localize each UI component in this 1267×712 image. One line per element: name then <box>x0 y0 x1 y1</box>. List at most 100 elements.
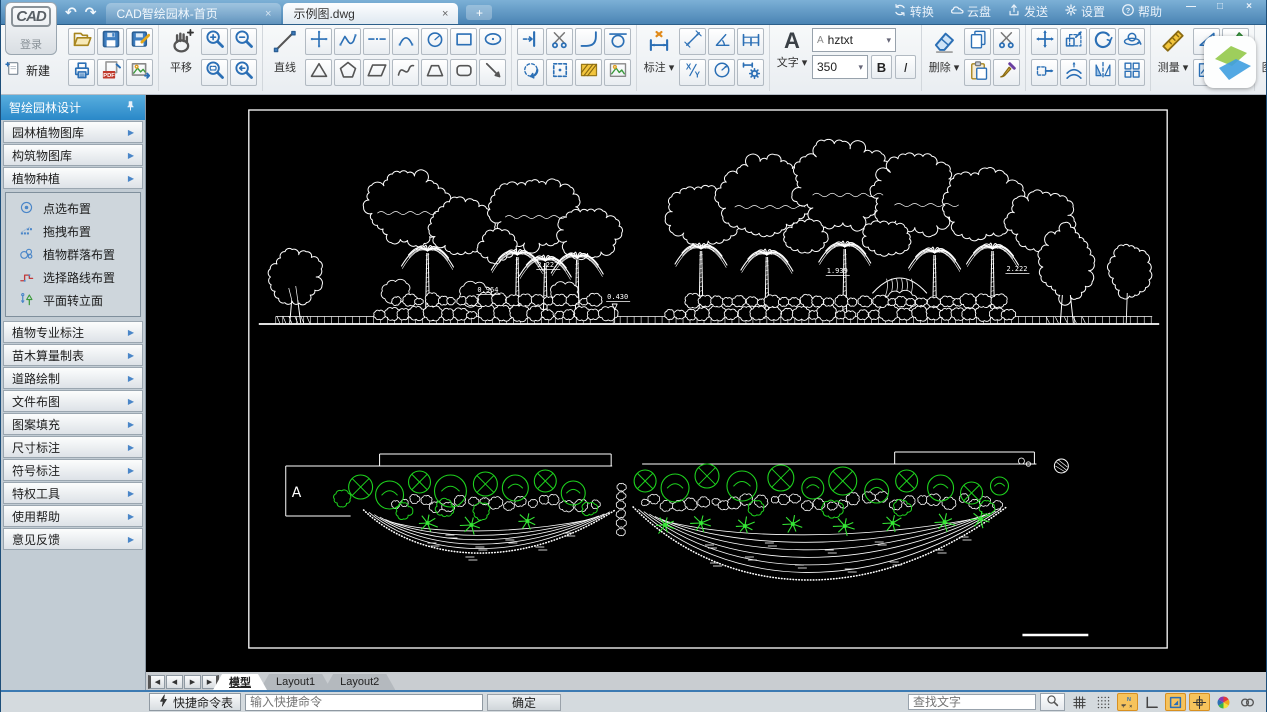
new-tab-button[interactable]: + <box>466 5 493 20</box>
tool-export-pdf-button[interactable]: PDF <box>97 59 124 86</box>
status-ortho-icon[interactable] <box>1141 693 1162 711</box>
confirm-button[interactable]: 确定 <box>487 693 562 711</box>
tool-save-as-button[interactable] <box>126 28 153 55</box>
tool-ellipse-button[interactable] <box>479 28 506 55</box>
back-icon[interactable]: ↶ <box>65 5 77 19</box>
layout-nav-first-button[interactable]: ◀ <box>148 675 165 689</box>
drawing-canvas[interactable]: 0.964 2.227 0.430 1.939 2.222 A <box>146 95 1266 672</box>
tool-cut-button[interactable] <box>993 28 1020 55</box>
tool-rounded-rectangle-button[interactable] <box>450 59 477 86</box>
tool-stretch-button[interactable] <box>1031 59 1058 86</box>
tool-open-button[interactable] <box>68 28 95 55</box>
tool-zoom-out-button[interactable] <box>230 28 257 55</box>
titlebar-action-help[interactable]: ? 帮助 <box>1121 3 1162 20</box>
sidebar-item-文件布图[interactable]: 文件布图 ▶ <box>3 390 143 412</box>
status-osnap-icon[interactable] <box>1165 693 1186 711</box>
document-tab-2[interactable]: 示例图.dwg × <box>283 3 459 24</box>
tool-dim-settings-button[interactable] <box>737 59 764 86</box>
tool-boundary-button[interactable] <box>546 59 573 86</box>
tool-circle-button[interactable] <box>421 28 448 55</box>
tool-dim-continue-button[interactable] <box>737 28 764 55</box>
tool-zoom-window-button[interactable] <box>201 59 228 86</box>
tool-save-button[interactable] <box>97 28 124 55</box>
tool-array-button[interactable] <box>1118 59 1145 86</box>
sidebar-item-尺寸标注[interactable]: 尺寸标注 ▶ <box>3 436 143 458</box>
tool-draw-main[interactable]: 直线 <box>268 28 302 75</box>
tool-dim-radius-button[interactable] <box>708 59 735 86</box>
tool-multiline-button[interactable] <box>305 28 332 55</box>
document-tab-1[interactable]: CAD智绘园林-首页 × <box>106 3 282 24</box>
tool-construction-line-button[interactable] <box>363 28 390 55</box>
tool-mirror-button[interactable] <box>1089 59 1116 86</box>
sidebar-item-园林植物图库[interactable]: 园林植物图库 ▶ <box>3 121 143 143</box>
titlebar-action-send[interactable]: 发送 <box>1007 3 1048 20</box>
tool-hatch-button[interactable] <box>575 59 602 86</box>
shortcut-command-button[interactable]: 快捷命令表 <box>149 693 242 711</box>
submenu-item-植物群落布置[interactable]: 植物群落布置 <box>6 243 140 266</box>
tool-copy-button[interactable] <box>964 28 991 55</box>
layout-tab-Layout1[interactable]: Layout1 <box>260 674 331 690</box>
tool-rotate-button[interactable] <box>1089 28 1116 55</box>
tool-rotate-mark-button[interactable] <box>517 59 544 86</box>
pin-icon[interactable] <box>124 100 137 116</box>
submenu-item-拖拽布置[interactable]: 拖拽布置 <box>6 220 140 243</box>
tool-offset-button[interactable] <box>1060 59 1087 86</box>
text-tool-label[interactable]: A 文字 ▾ <box>775 28 809 70</box>
tool-layer-main[interactable]: 图层 ▾ <box>1260 28 1266 75</box>
search-button[interactable] <box>1040 693 1065 711</box>
tool-arrow-line-button[interactable] <box>479 59 506 86</box>
sidebar-item-使用帮助[interactable]: 使用帮助 ▶ <box>3 505 143 527</box>
sidebar-item-植物种植[interactable]: 植物种植 ▶ <box>3 167 143 189</box>
tool-image-button[interactable] <box>604 59 631 86</box>
close-button[interactable]: × <box>1238 1 1260 13</box>
sidebar-item-苗木算量制表[interactable]: 苗木算量制表 ▶ <box>3 344 143 366</box>
status-rings-icon[interactable] <box>1237 693 1258 711</box>
tool-rotate-3d-button[interactable] <box>1118 28 1145 55</box>
submenu-item-平面转立面[interactable]: 平面转立面 <box>6 289 140 312</box>
tool-paste-button[interactable] <box>964 59 991 86</box>
tool-dim-angular-button[interactable] <box>708 28 735 55</box>
tool-export-image-button[interactable] <box>126 59 153 86</box>
tool-fillet-button[interactable] <box>575 28 602 55</box>
layout-nav-prev-button[interactable]: ◀ <box>166 675 183 689</box>
submenu-item-选择路线布置[interactable]: 选择路线布置 <box>6 266 140 289</box>
tool-spline-button[interactable] <box>392 59 419 86</box>
tool-triangle-button[interactable] <box>305 59 332 86</box>
tool-tangent-circle-button[interactable] <box>604 28 631 55</box>
font-select[interactable]: Ahztxt ▾ <box>812 28 896 52</box>
tab-close-icon[interactable]: × <box>442 8 448 20</box>
layout-tab-Layout2[interactable]: Layout2 <box>324 674 395 690</box>
tool-break-button[interactable] <box>517 28 544 55</box>
tool-parallelogram-button[interactable] <box>363 59 390 86</box>
command-input[interactable] <box>245 693 484 711</box>
tool-dimension-main[interactable]: 标注 ▾ <box>642 28 676 75</box>
tool-polyline-button[interactable] <box>334 28 361 55</box>
tool-dim-aligned-button[interactable] <box>679 28 706 55</box>
tool-dim-coordinate-button[interactable]: XY <box>679 59 706 86</box>
forward-icon[interactable]: ↷ <box>85 5 97 19</box>
submenu-item-点选布置[interactable]: 点选布置 <box>6 197 140 220</box>
tool-move-button[interactable] <box>1031 28 1058 55</box>
status-grid-icon[interactable] <box>1069 693 1090 711</box>
minimize-button[interactable]: — <box>1180 1 1202 13</box>
tab-close-icon[interactable]: × <box>265 8 271 20</box>
italic-button[interactable]: I <box>895 55 916 79</box>
sidebar-item-意见反馈[interactable]: 意见反馈 ▶ <box>3 528 143 550</box>
status-coord-icon[interactable]: N + × <box>1117 693 1138 711</box>
titlebar-action-cloud[interactable]: 云盘 <box>950 3 991 20</box>
tool-erase-main[interactable]: 删除 ▾ <box>927 28 961 75</box>
sidebar-item-构筑物图库[interactable]: 构筑物图库 ▶ <box>3 144 143 166</box>
sidebar-item-植物专业标注[interactable]: 植物专业标注 ▶ <box>3 321 143 343</box>
find-text-input[interactable] <box>908 694 1036 710</box>
sidebar-item-道路绘制[interactable]: 道路绘制 ▶ <box>3 367 143 389</box>
tool-match-properties-button[interactable] <box>993 59 1020 86</box>
tool-trim-button[interactable] <box>546 28 573 55</box>
layout-nav-next-button[interactable]: ▶ <box>184 675 201 689</box>
tool-zoom-in-button[interactable] <box>201 28 228 55</box>
tool-scale-button[interactable] <box>1060 28 1087 55</box>
tool-rectangle-button[interactable] <box>450 28 477 55</box>
new-document-button[interactable]: 新建 <box>5 60 50 80</box>
bold-button[interactable]: B <box>871 55 892 79</box>
titlebar-action-gear[interactable]: 设置 <box>1064 3 1105 20</box>
tool-print-button[interactable] <box>68 59 95 86</box>
